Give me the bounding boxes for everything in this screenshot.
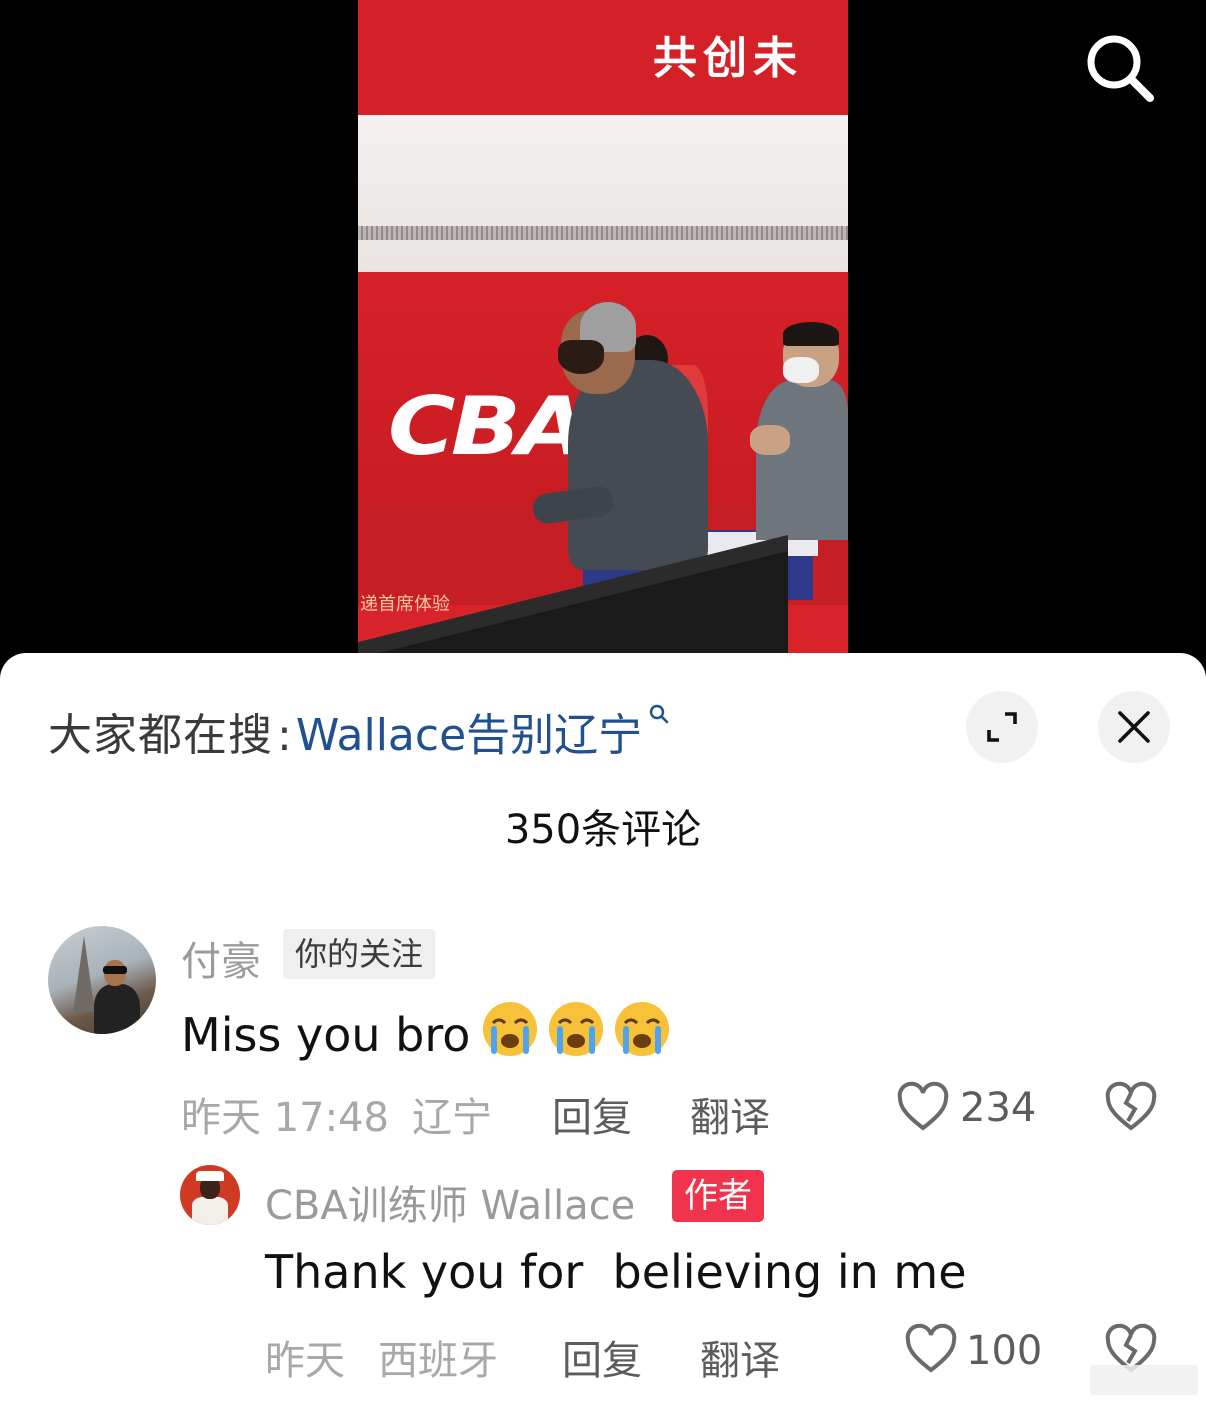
search-icon[interactable] (1082, 30, 1156, 104)
dislike-heart-icon[interactable] (1104, 1081, 1158, 1135)
comment-location: 辽宁 (412, 1095, 492, 1141)
video-rail (358, 226, 848, 240)
heart-icon[interactable] (896, 1081, 950, 1135)
video-face-mask (783, 357, 819, 383)
reply-like-count: 100 (966, 1328, 1043, 1374)
watermark (1090, 1365, 1198, 1395)
video-small-text: 递首席体验 (360, 594, 450, 615)
heart-icon[interactable] (904, 1323, 958, 1377)
reply-timestamp: 昨天 (265, 1338, 345, 1384)
video-banner-text: 共创未 (653, 33, 803, 84)
reply-translate-button[interactable]: 翻译 (700, 1328, 780, 1386)
close-button[interactable] (1098, 691, 1170, 763)
video-clapping-hands (750, 425, 790, 455)
hot-search-prefix: 大家都在搜 (48, 710, 273, 761)
avatar-person-shirt (192, 1197, 228, 1225)
reply-author-name[interactable]: CBA训练师 Wallace (265, 1173, 635, 1231)
reply-text: Thank you for believing in me (265, 1245, 967, 1299)
video-cba-logo: CBA (388, 380, 588, 473)
hot-search-query-link[interactable]: Wallace告别辽宁 (296, 699, 642, 763)
comment-author-name[interactable]: 付豪 (181, 929, 261, 987)
like-count: 234 (960, 1085, 1037, 1131)
video-person-beard (558, 340, 604, 374)
comment-text-body: Miss you bro (181, 1007, 471, 1062)
expand-icon (987, 712, 1017, 742)
reply-button[interactable]: 回复 (552, 1085, 632, 1143)
search-small-icon (649, 704, 669, 724)
video-person-masked-body (756, 380, 848, 540)
comment-panel: 大家都在搜 : Wallace告别辽宁 350条评论 付豪 你的关注 Miss … (0, 653, 1206, 1409)
crying-emoji-icon (480, 999, 676, 1070)
video-person-masked-hair (783, 322, 839, 346)
comment-text: Miss you bro (181, 999, 676, 1070)
reply-avatar[interactable] (180, 1165, 240, 1225)
comment-count-title: 350条评论 (504, 807, 702, 853)
hot-search-bar[interactable]: 大家都在搜 : Wallace告别辽宁 (48, 699, 670, 761)
following-badge: 你的关注 (283, 929, 436, 979)
author-badge: 作者 (672, 1170, 764, 1222)
translate-button[interactable]: 翻译 (690, 1085, 770, 1143)
avatar[interactable] (48, 926, 156, 1034)
video-player[interactable]: 共创未 CBA 递首席体验 (0, 0, 1206, 680)
video-frame[interactable]: 共创未 CBA 递首席体验 (358, 0, 848, 660)
expand-button[interactable] (966, 691, 1038, 763)
avatar-person-body (94, 984, 140, 1034)
avatar-cap (196, 1171, 224, 1181)
reply-reply-button[interactable]: 回复 (562, 1328, 642, 1386)
close-icon (1118, 711, 1150, 743)
reply-location: 西班牙 (378, 1338, 498, 1384)
video-white-wall (358, 115, 848, 275)
comment-timestamp: 昨天 17:48 (181, 1095, 389, 1141)
hot-search-colon: : (277, 710, 292, 761)
avatar-sunglasses (103, 966, 127, 974)
